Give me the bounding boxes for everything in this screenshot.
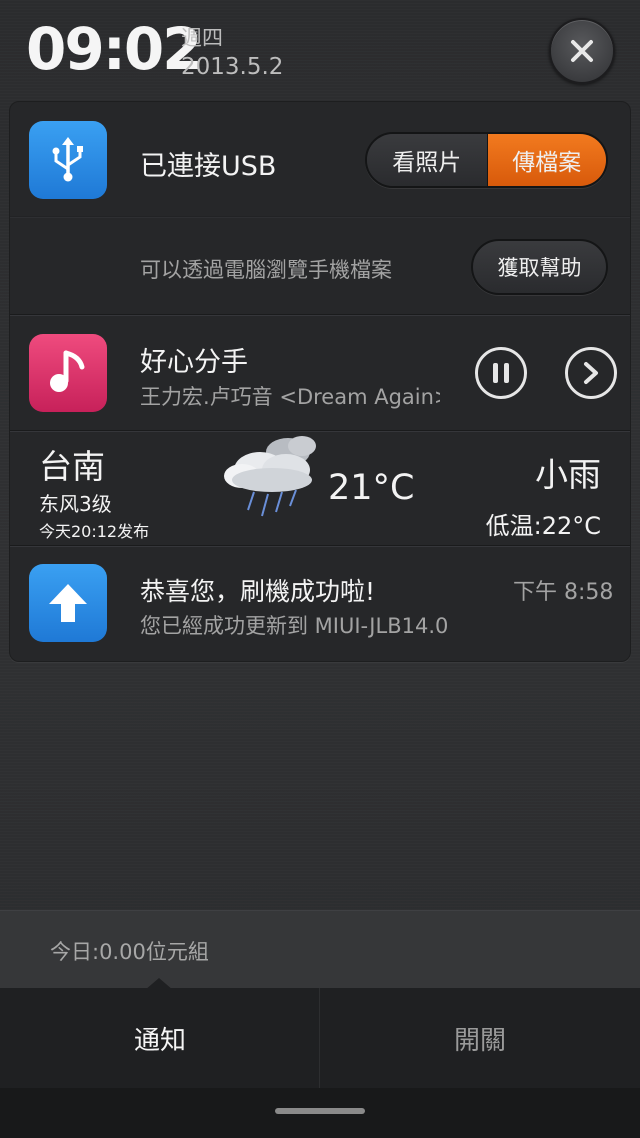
song-artist: 王力宏.卢巧音 <Dream Again> xyxy=(140,385,440,409)
pause-button[interactable] xyxy=(475,347,527,399)
clock: 09:02 xyxy=(26,15,203,83)
close-icon xyxy=(571,40,593,62)
next-track-button[interactable] xyxy=(565,347,617,399)
update-title: 恭喜您，刷機成功啦! xyxy=(140,577,376,606)
weather-temperature: 21°C xyxy=(328,468,415,508)
music-note-icon xyxy=(50,350,85,392)
music-app-icon xyxy=(29,334,107,412)
divider xyxy=(10,545,630,547)
usb-title: 已連接USB xyxy=(140,151,277,182)
get-help-button[interactable]: 獲取幫助 xyxy=(471,239,608,295)
weather-wind: 东风3级 xyxy=(39,492,112,516)
transfer-files-button[interactable]: 傳檔案 xyxy=(486,134,606,186)
weather-city: 台南 xyxy=(39,447,105,486)
usb-description: 可以透過電腦瀏覽手機檔案 xyxy=(140,258,392,282)
usb-icon xyxy=(52,137,83,182)
weather-publish-time: 今天20:12发布 xyxy=(39,522,150,541)
weather-condition: 小雨 xyxy=(535,455,601,494)
data-usage-bar: 今日:0.00位元組 xyxy=(0,910,640,988)
date: 2013.5.2 xyxy=(181,54,284,80)
drag-handle[interactable] xyxy=(275,1108,365,1114)
update-message: 您已經成功更新到 MIUI-JLB14.0 xyxy=(140,614,449,638)
data-usage-text: 今日:0.00位元組 xyxy=(50,940,209,964)
notification-panel: 已連接USB 看照片 傳檔案 可以透過電腦瀏覽手機檔案 獲取幫助 好心分手 王力… xyxy=(9,101,631,662)
pause-icon xyxy=(493,363,509,383)
updater-app-icon xyxy=(29,564,107,642)
arrow-up-icon xyxy=(49,584,87,622)
tab-notifications[interactable]: 通知 xyxy=(0,988,320,1088)
weather-low-temp: 低温:22°C xyxy=(485,512,601,540)
update-time: 下午 8:58 xyxy=(513,580,614,605)
weekday: 週四 xyxy=(181,26,223,50)
song-title: 好心分手 xyxy=(140,347,248,378)
tab-toggles[interactable]: 開關 xyxy=(320,988,640,1088)
notification-header: 09:02 週四 2013.5.2 xyxy=(0,0,640,100)
close-button[interactable] xyxy=(549,18,615,84)
view-photos-button[interactable]: 看照片 xyxy=(367,134,487,186)
chevron-right-icon xyxy=(584,362,598,384)
usb-mode-toggle: 看照片 傳檔案 xyxy=(365,132,608,188)
usb-inner-divider xyxy=(10,216,630,218)
cloud-rain-icon xyxy=(224,436,316,517)
usb-app-icon xyxy=(29,121,107,199)
divider xyxy=(10,314,630,316)
tab-bar: 通知 開關 xyxy=(0,988,640,1088)
